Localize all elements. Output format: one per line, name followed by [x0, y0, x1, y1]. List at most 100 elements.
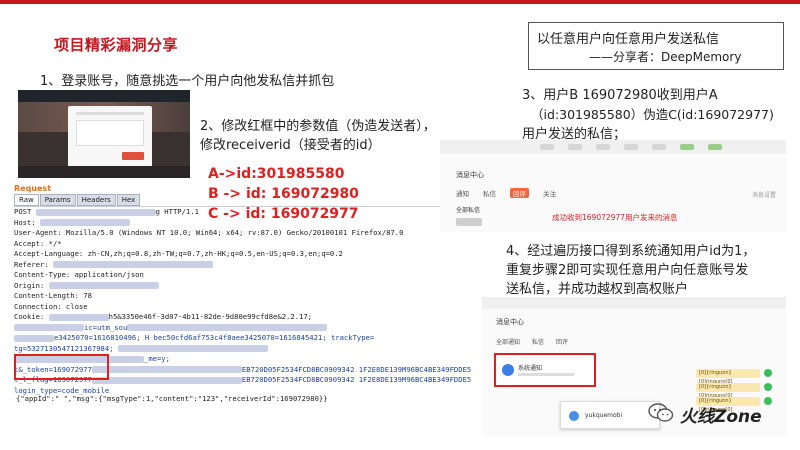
message-dialog — [68, 106, 152, 168]
share-author: ——分享者：DeepMemory — [589, 50, 742, 64]
request-line: Accept: */* — [14, 239, 484, 250]
topbar-pill — [568, 144, 582, 150]
topbar-pill — [596, 144, 610, 150]
conversation-user[interactable] — [456, 218, 482, 226]
id-mapping-b: B -> id: 169072980 — [208, 186, 359, 202]
request-line: Content-Length: 78 — [14, 291, 484, 302]
step-1-text: 1、登录账号，随意挑选一个用户向他发私信并抓包 — [40, 74, 335, 89]
avatar — [569, 411, 579, 421]
topbar-pill — [624, 144, 638, 150]
step-4-text-line1: 4、经过遍历接口得到系统通知用户id为1， — [506, 244, 756, 259]
step-2-text-line2: 修改receiverid（接受者的id） — [200, 138, 381, 153]
request-line-text: EB720D05F2534FCD8BC0909342 1F2E8DE139M96… — [241, 364, 472, 374]
redaction — [117, 345, 268, 352]
redaction — [127, 324, 328, 331]
message-center-heading: 消息中心 — [496, 318, 524, 326]
request-line: Connection: close — [14, 302, 484, 313]
user-popup[interactable]: yukquemobi — [560, 401, 660, 429]
preview-line — [518, 373, 574, 376]
request-line: User-Agent: Mozilla/5.0 (Windows NT 10.0… — [14, 228, 484, 239]
system-notice-card[interactable]: 系统通知 — [494, 353, 596, 387]
message-list-label: 全部私信 — [456, 207, 481, 214]
topbar-pill — [708, 144, 722, 150]
popup-username: yukquemobi — [585, 412, 623, 419]
tab-private-message[interactable]: 私信 — [483, 188, 496, 198]
step-3-text-line2: （id:301985580）伪造C(id:169072977) — [531, 107, 774, 122]
chat-bubble: [0]{ringunn}[0]ringunn[0] — [696, 383, 760, 399]
topbar-pill — [540, 144, 554, 150]
redaction — [48, 282, 159, 289]
share-title: 以任意用户向任意用户发送私信 — [537, 32, 720, 47]
topbar-pill — [652, 144, 666, 150]
topbar-pill — [680, 144, 694, 150]
page-title: 项目精彩漏洞分享 — [54, 36, 179, 54]
redaction — [91, 366, 242, 373]
message-center-tabs: 全部通知 私信 回评 — [496, 337, 568, 346]
step-4-text-line2: 重复步骤2即可实现任意用户向任意账号发 — [506, 263, 749, 278]
step-3-text-line1: 3、用户B 169072980收到用户A — [522, 88, 718, 103]
request-line: ic=utm_sou — [14, 323, 484, 334]
redaction — [48, 313, 109, 321]
redaction — [91, 376, 242, 384]
request-line-text: EB720D05F2534FCD8BC0909342 1F2E8DE139M96… — [241, 375, 472, 384]
tab-private-message[interactable]: 私信 — [532, 337, 544, 346]
step-4-text-line3: 送私信，并成功越权到高权账户 — [506, 282, 689, 297]
request-line: Cookie: h5&3350e46f-3d07-4b11-82de-9d80e… — [14, 312, 484, 323]
redaction — [14, 324, 84, 331]
request-line: Referer: — [14, 260, 484, 271]
message-center-tabs: 通知 私信 回评 关注 — [456, 188, 556, 198]
tab-headers[interactable]: Headers — [76, 194, 116, 206]
dialog-title-line — [76, 112, 144, 115]
request-line: POST g HTTP/1.1 — [14, 207, 484, 218]
request-line-text: Connection: close — [14, 301, 88, 311]
screenshot-bottombar — [18, 166, 190, 178]
dialog-textarea — [76, 120, 144, 146]
step-2-text-line1: 2、修改红框中的参数值（伪造发送者）， — [200, 119, 436, 134]
request-line-text: h5&3350e46f-3d07-4b11-82de-9d80e99cfd8e&… — [108, 312, 313, 321]
wechat-icon — [648, 402, 674, 424]
tab-hex[interactable]: Hex — [116, 194, 141, 206]
message-center-screenshot-1: 消息中心 通知 私信 回评 关注 消息设置 全部私信 成功收到169072977… — [440, 140, 786, 232]
sender-name: 系统通知 — [518, 365, 543, 372]
status-dot — [764, 383, 772, 391]
message-center-heading: 消息中心 — [456, 171, 484, 179]
request-line-text: ic=utm_sou — [84, 322, 128, 332]
tab-all-notices[interactable]: 全部通知 — [496, 337, 520, 346]
site-topbar — [482, 297, 786, 309]
message-settings-link[interactable]: 消息设置 — [752, 190, 776, 199]
id-mapping-a: A->id:301985580 — [208, 166, 345, 182]
received-message: 成功收到169072977用户发来的消息 — [552, 213, 678, 222]
share-box: 以任意用户向任意用户发送私信 ——分享者：DeepMemory — [528, 22, 784, 70]
tab-raw[interactable]: Raw — [14, 194, 39, 206]
redaction — [52, 261, 213, 268]
redaction — [35, 208, 156, 216]
request-line: tg=5327130547121367984; — [14, 344, 484, 355]
chat-side-column: [0]{ringunn}[0]ringunn[0] [0]{ringunn}[0… — [672, 313, 776, 413]
request-line-text: Origin: — [14, 280, 49, 290]
request-line-text: g HTTP/1.1 — [155, 207, 199, 216]
redaction — [39, 219, 130, 226]
dialog-send-button — [122, 152, 144, 160]
request-line: Origin: — [14, 281, 484, 292]
request-line-text: e3425070=1616810496; H bec50cfd6af753c4f… — [54, 333, 375, 342]
request-line-text: Referer: — [14, 259, 53, 269]
status-dot — [764, 397, 772, 405]
watermark-text: 火线Zone — [680, 407, 762, 427]
step-1-screenshot — [18, 90, 190, 178]
tab-follow[interactable]: 关注 — [543, 188, 556, 198]
tab-notice[interactable]: 通知 — [456, 188, 469, 198]
tab-reply[interactable]: 回评 — [510, 188, 529, 198]
request-json-body: {"appId":" ","msg":{"msgType":1,"content… — [16, 394, 328, 403]
request-line-text: Accept-Language: zh-CN,zh;q=0.8,zh-TW;q=… — [14, 249, 343, 258]
highlight-box — [14, 354, 109, 380]
tab-reply[interactable]: 回评 — [556, 337, 568, 346]
request-line-text: tg=5327130547121367984; — [14, 343, 118, 353]
request-line-text: POST — [14, 207, 36, 216]
request-line: Content-Type: application/json — [14, 270, 484, 281]
tab-params[interactable]: Params — [39, 194, 76, 206]
topbar-icons — [540, 142, 770, 152]
request-label: Request — [14, 184, 52, 193]
redaction — [14, 334, 54, 342]
request-line-text: User-Agent: Mozilla/5.0 (Windows NT 10.0… — [14, 228, 404, 237]
request-tabs: Raw Params Headers Hex — [14, 194, 141, 206]
